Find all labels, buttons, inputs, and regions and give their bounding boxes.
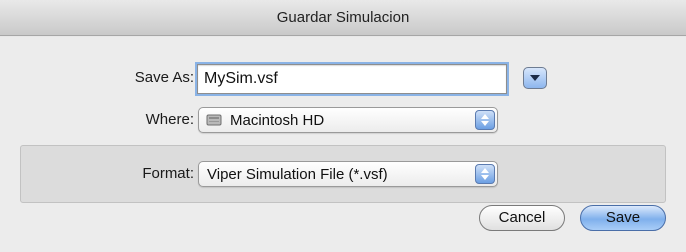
up-down-arrows-icon (475, 110, 495, 130)
save-as-label: Save As: (134, 69, 194, 86)
format-label: Format: (142, 165, 194, 182)
expand-browser-button[interactable] (523, 67, 547, 89)
format-value: Viper Simulation File (*.vsf) (207, 165, 388, 183)
hard-disk-icon (206, 112, 222, 128)
up-down-arrows-icon (475, 164, 495, 184)
cancel-button[interactable]: Cancel (479, 205, 565, 231)
chevron-down-icon (530, 75, 540, 81)
where-popup[interactable]: Macintosh HD (198, 107, 498, 133)
window-titlebar[interactable]: Guardar Simulacion (0, 0, 686, 36)
where-label: Where: (145, 111, 194, 128)
save-dialog: Save As: Where: Macintosh HD Format: Vip… (0, 37, 686, 252)
window-title: Guardar Simulacion (276, 9, 410, 26)
save-as-input[interactable] (197, 64, 507, 94)
save-button[interactable]: Save (580, 205, 666, 231)
format-popup[interactable]: Viper Simulation File (*.vsf) (198, 161, 498, 187)
where-value: Macintosh HD (230, 111, 325, 129)
